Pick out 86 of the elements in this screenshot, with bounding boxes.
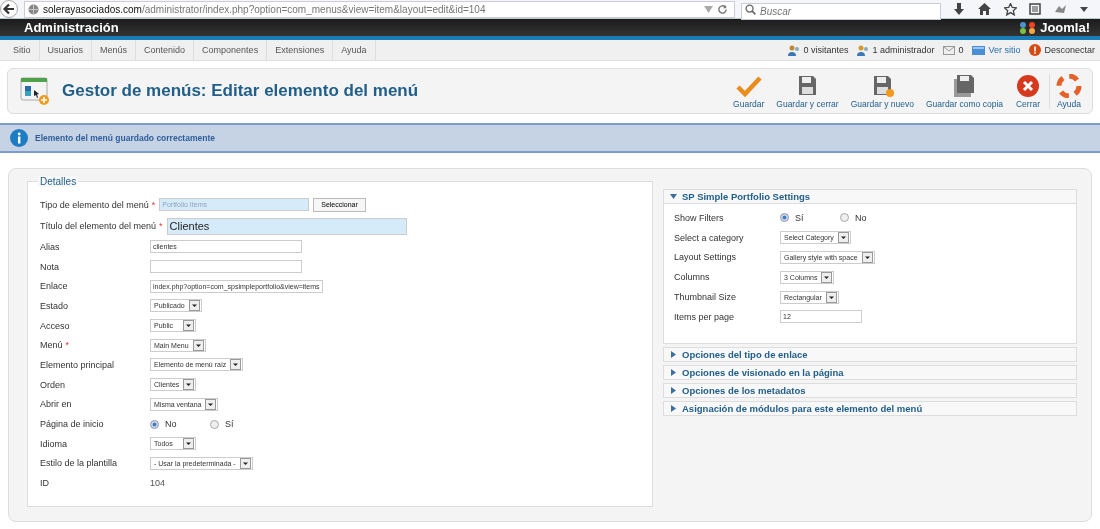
caret-icon: [670, 404, 677, 412]
status-count: 1 administrador: [872, 45, 935, 55]
radio-option[interactable]: Sí: [210, 419, 270, 430]
message-text: Elemento del menú guardado correctamente: [35, 133, 215, 143]
users-icon: [788, 44, 801, 56]
required-mark: *: [159, 221, 163, 231]
title-field[interactable]: Clientes: [166, 217, 407, 235]
required-mark: *: [151, 199, 156, 210]
field-label: Página de inicio: [40, 419, 104, 430]
search-field[interactable]: Buscar: [741, 2, 941, 20]
text-field[interactable]: [150, 260, 302, 274]
search-icon: [745, 3, 756, 15]
logout-link[interactable]: Desconectar: [1044, 45, 1095, 55]
status-count: 0: [958, 45, 964, 55]
extension-icon[interactable]: [1053, 4, 1067, 14]
menu-item[interactable]: Contenido: [136, 40, 195, 60]
field-label: Nota: [40, 261, 59, 272]
field-label: Alias: [40, 241, 60, 252]
field-label: Idioma: [40, 438, 67, 449]
field-label: Estilo de la plantilla: [40, 458, 118, 469]
caret-icon: [670, 350, 677, 358]
download-icon[interactable]: [953, 2, 966, 16]
page-title: Gestor de menús: Editar elemento del menú: [62, 81, 419, 101]
caret-icon: [670, 386, 677, 394]
reload-icon[interactable]: [717, 3, 728, 15]
field-label: Show Filters: [674, 212, 725, 223]
field-label: Título del elemento del menú: [40, 221, 157, 231]
field-label: Elemento principal: [40, 359, 115, 370]
envelope-icon: [943, 45, 956, 55]
menu-item[interactable]: Ayuda: [333, 40, 376, 60]
radio-option[interactable]: No: [840, 212, 900, 223]
close-icon: [1015, 73, 1041, 98]
field-label: Enlace: [40, 281, 68, 292]
users-icon: [857, 44, 870, 56]
globe-icon: [28, 3, 39, 15]
accordion-header[interactable]: SP Simple Portfolio Settings: [664, 190, 1076, 203]
caret-icon: [670, 193, 677, 200]
menu-item[interactable]: Extensiones: [267, 40, 334, 60]
field-label: Select a category: [674, 232, 745, 243]
accordion-header[interactable]: Opciones de los metadatos: [664, 383, 1076, 397]
logo-text: Joomla!: [1040, 20, 1090, 35]
field-label: Menú: [40, 340, 63, 351]
field-label: Acceso: [40, 320, 70, 331]
back-button[interactable]: [0, 0, 18, 18]
menu-manager-icon: [20, 76, 50, 106]
field-label: Thumbnail Size: [674, 292, 738, 303]
field-label: Tipo de elemento del menú: [40, 199, 149, 210]
accordion-header[interactable]: Opciones del tipo de enlace: [664, 347, 1076, 361]
accordion-header[interactable]: Opciones de visionado en la página: [664, 365, 1076, 379]
menu-item[interactable]: Sitio: [5, 40, 40, 60]
id-value: 104: [150, 478, 166, 489]
radio-option[interactable]: No: [150, 419, 210, 430]
logo-icon: [1019, 20, 1038, 35]
save-button[interactable]: Guardar: [727, 73, 771, 109]
accordion-header[interactable]: Asignación de módulos para este elemento del menú: [664, 401, 1076, 415]
fieldset-legend: Detalles: [38, 176, 79, 187]
address-bar[interactable]: solerayasociados.com/administrator/index.php?option=com_menus&view=item&layout=edit&id=104: [24, 0, 735, 18]
save-button[interactable]: Guardar y cerrar: [770, 73, 845, 109]
field-label: ID: [40, 478, 49, 489]
star-icon[interactable]: [1003, 2, 1017, 16]
header-title: Administración: [24, 20, 120, 35]
field-label: Columns: [674, 272, 711, 283]
warning-icon: [1029, 44, 1042, 56]
field-label: Orden: [40, 379, 65, 390]
save-button[interactable]: Guardar como copia: [920, 73, 1009, 109]
menu-item[interactable]: Usuarios: [39, 40, 93, 60]
close-button[interactable]: Cerrar: [1009, 73, 1047, 109]
radio-option[interactable]: Sí: [780, 212, 840, 223]
view-site-link[interactable]: Ver sitio: [988, 45, 1021, 55]
menu-item[interactable]: Menús: [92, 40, 137, 60]
caret-icon: [670, 368, 677, 376]
status-count: 0 visitantes: [803, 45, 849, 55]
field-label: Abrir en: [40, 399, 72, 410]
caret-icon[interactable]: [1079, 6, 1088, 12]
reading-list-icon[interactable]: [1029, 3, 1042, 15]
field-label: Layout Settings: [674, 252, 738, 263]
save-button[interactable]: Guardar y nuevo: [844, 73, 920, 109]
home-icon[interactable]: [978, 3, 991, 15]
screen-icon: [972, 45, 986, 55]
field-label: Items per page: [674, 311, 736, 322]
required-mark: *: [65, 340, 70, 351]
help-button[interactable]: Ayuda: [1049, 73, 1088, 109]
menu-item[interactable]: Componentes: [194, 40, 268, 60]
field-label: Estado: [40, 300, 69, 311]
lifebuoy-icon: [1056, 73, 1082, 98]
info-icon: [10, 129, 28, 147]
